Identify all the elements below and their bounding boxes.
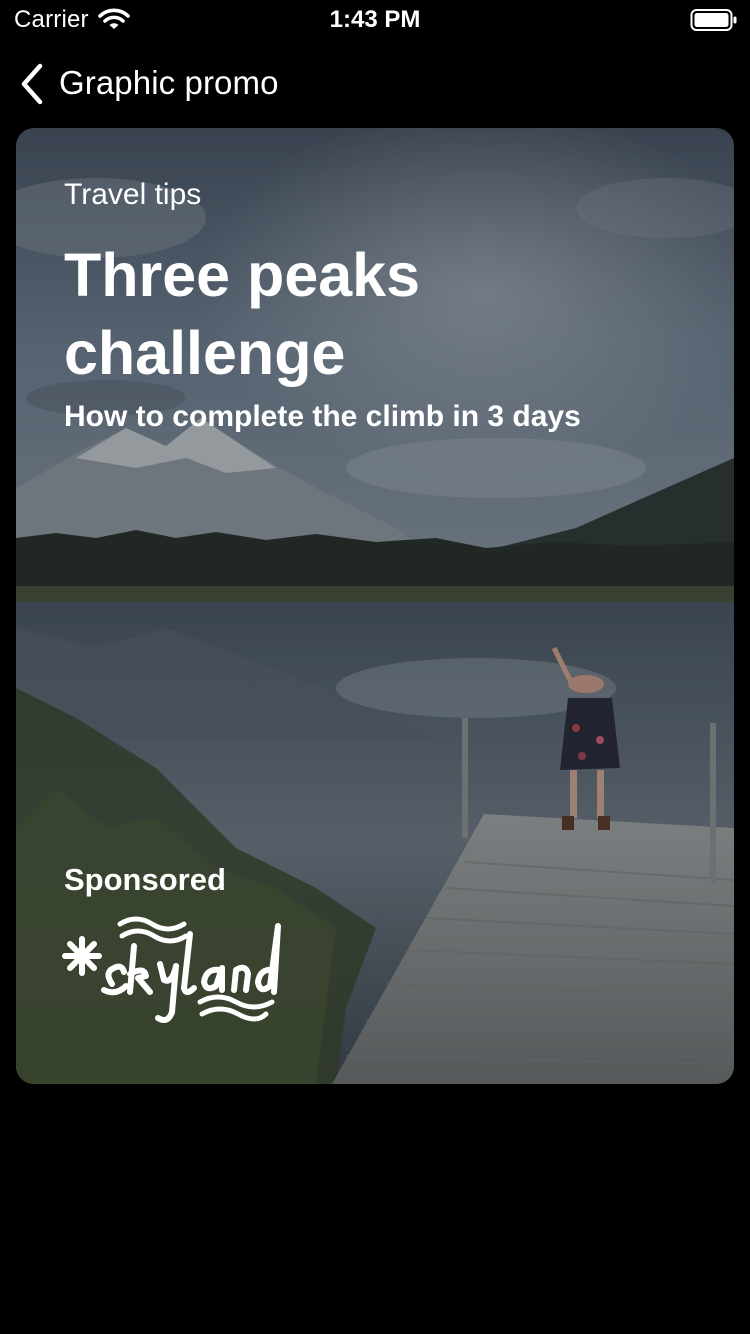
navigation-bar: Graphic promo: [0, 56, 750, 112]
battery-icon: [690, 9, 737, 31]
status-bar: Carrier 1:43 PM: [0, 0, 750, 40]
clock: 1:43 PM: [329, 6, 421, 33]
promo-headline: Three peaks challenge: [64, 241, 421, 387]
promo-card[interactable]: Travel tips Three peaks challenge How to…: [16, 128, 734, 1084]
page-title: Graphic promo: [59, 64, 279, 101]
back-button[interactable]: [14, 62, 50, 106]
chevron-left-icon: [21, 63, 43, 105]
sponsored-label: Sponsored: [64, 862, 226, 897]
promo-eyebrow: Travel tips: [64, 178, 202, 211]
promo-subhead: How to complete the climb in 3 days: [64, 400, 581, 433]
brand-logo: [62, 916, 281, 1023]
